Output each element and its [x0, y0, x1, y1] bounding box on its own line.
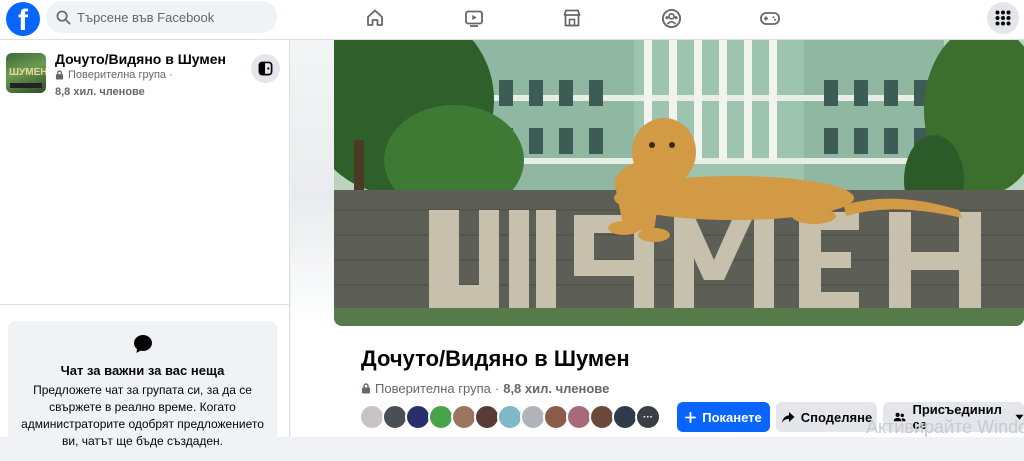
windows-activation-watermark: Активирайте Windows [866, 417, 1024, 437]
nav-home[interactable] [345, 0, 405, 36]
sidebar-divider [0, 304, 289, 305]
nav-gaming[interactable] [740, 0, 800, 36]
group-main-panel: Дочуто/Видяно в Шумен Поверителна група … [291, 40, 1024, 437]
left-sidebar: ШУМЕН Дочуто/Видяно в Шумен Поверителна … [0, 40, 290, 461]
marketplace-icon [563, 9, 581, 27]
search-icon [56, 10, 71, 24]
facebook-logo[interactable]: f [6, 2, 40, 36]
chat-card-title: Чат за важни за вас неща [60, 363, 225, 378]
nav-video[interactable] [444, 0, 504, 36]
group-title: Дочуто/Видяно в Шумен [361, 346, 630, 371]
sidebar-group-name[interactable]: Дочуто/Видяно в Шумен [55, 51, 226, 67]
sidebar-member-count: 8,8 хил. членове [55, 86, 145, 98]
cover-photo[interactable] [334, 40, 1024, 326]
more-members-icon[interactable]: ··· [635, 404, 661, 430]
search-box[interactable] [46, 1, 277, 33]
chat-bubble-icon [133, 335, 152, 353]
home-icon [367, 9, 383, 26]
group-meta: Поверителна група · 8,8 хил. членове [361, 381, 609, 396]
top-navigation-bar: f [0, 0, 1024, 40]
thumbnail-banner [10, 83, 42, 88]
nav-groups[interactable] [641, 0, 701, 36]
video-icon [465, 10, 483, 27]
group-thumbnail[interactable]: ШУМЕН [6, 53, 46, 93]
nav-marketplace[interactable] [542, 0, 602, 36]
lock-icon [55, 70, 64, 80]
group-member-count[interactable]: 8,8 хил. членове [503, 381, 609, 396]
share-button[interactable]: Споделяне [776, 402, 877, 432]
lock-icon [362, 383, 370, 394]
sidebar-group-privacy: Поверителна група · [55, 69, 173, 81]
chat-card-description: Предложете чат за групата си, за да се с… [21, 383, 264, 448]
gaming-icon [760, 12, 780, 25]
sidebar-privacy-text: Поверителна група · [68, 69, 173, 81]
groups-icon [661, 8, 681, 28]
menu-button[interactable] [987, 2, 1019, 34]
plus-icon [685, 411, 697, 423]
chat-suggestion-card: Чат за важни за вас неща Предложете чат … [8, 321, 277, 461]
sidebar-toggle-icon [258, 61, 273, 76]
invite-button[interactable]: Поканете [677, 402, 770, 432]
collapse-sidebar-button[interactable] [251, 54, 280, 83]
share-arrow-icon [781, 411, 795, 423]
thumbnail-lettering: ШУМЕН [9, 67, 46, 78]
invite-label: Поканете [702, 409, 762, 425]
meta-separator: · [494, 381, 500, 396]
group-privacy-text[interactable]: Поверителна група [375, 381, 491, 396]
share-label: Споделяне [800, 409, 873, 425]
search-input[interactable] [77, 9, 267, 25]
grid-menu-icon [995, 10, 1011, 26]
cover-illustration [334, 40, 1024, 326]
member-avatars: ··· [359, 404, 661, 432]
